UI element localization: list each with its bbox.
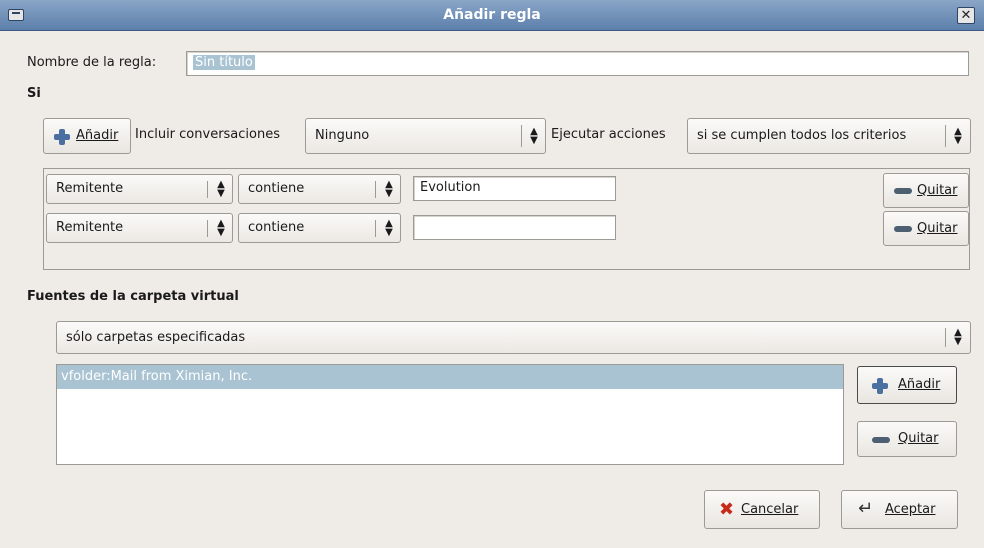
remove-icon: [894, 226, 912, 232]
criterion-operator-combo[interactable]: contiene ▲ ▼: [238, 174, 401, 204]
combo-arrows-icon: ▲ ▼: [954, 327, 962, 347]
list-item[interactable]: vfolder:Mail from Ximian, Inc.: [57, 365, 843, 389]
if-heading: Si: [27, 86, 41, 101]
remove-criterion-button[interactable]: Quitar: [883, 211, 969, 246]
remove-criterion-label: Quitar: [917, 221, 958, 236]
criterion-value-field[interactable]: [413, 215, 616, 240]
sources-mode-combo[interactable]: sólo carpetas especificadas ▲ ▼: [56, 321, 971, 354]
cancel-button[interactable]: ✖ Cancelar: [704, 490, 820, 529]
execute-actions-value: si se cumplen todos los criterios: [697, 128, 907, 143]
add-criterion-label: Añadir: [76, 128, 119, 143]
apply-icon: ↵: [858, 498, 874, 519]
remove-source-button[interactable]: Quitar: [857, 421, 957, 457]
sources-heading: Fuentes de la carpeta virtual: [27, 289, 239, 304]
add-icon: [871, 377, 889, 395]
combo-arrows-icon: ▲ ▼: [385, 179, 393, 199]
combo-arrows-icon: ▲ ▼: [954, 126, 962, 146]
criterion-field-value: Remitente: [56, 181, 124, 196]
combo-arrows-icon: ▲ ▼: [385, 218, 393, 238]
title-bar: Añadir regla ✕: [0, 0, 984, 31]
add-source-button[interactable]: Añadir: [857, 366, 957, 404]
close-icon[interactable]: ✕: [957, 7, 975, 24]
rule-name-field[interactable]: Sin título: [186, 51, 969, 76]
execute-actions-combo[interactable]: si se cumplen todos los criterios ▲ ▼: [687, 118, 971, 154]
combo-arrows-icon: ▲ ▼: [217, 179, 225, 199]
include-threads-combo[interactable]: Ninguno ▲ ▼: [305, 118, 546, 154]
ok-label: Aceptar: [885, 502, 936, 517]
criterion-field-value: Remitente: [56, 220, 124, 235]
remove-icon: [894, 188, 912, 194]
combo-arrows-icon: ▲ ▼: [530, 126, 538, 146]
criterion-operator-combo[interactable]: contiene ▲ ▼: [238, 213, 401, 243]
criterion-value-text: Evolution: [420, 180, 481, 195]
sources-mode-value: sólo carpetas especificadas: [66, 330, 246, 345]
remove-criterion-label: Quitar: [917, 183, 958, 198]
remove-criterion-button[interactable]: Quitar: [883, 173, 969, 208]
add-criterion-button[interactable]: Añadir: [43, 118, 131, 154]
execute-actions-label: Ejecutar acciones: [551, 127, 666, 142]
combo-arrows-icon: ▲ ▼: [217, 218, 225, 238]
remove-source-label: Quitar: [898, 431, 939, 446]
ok-button[interactable]: ↵ Aceptar: [841, 490, 958, 529]
criterion-value-field[interactable]: Evolution: [413, 176, 616, 201]
rule-name-value: Sin título: [193, 55, 255, 70]
include-threads-value: Ninguno: [315, 128, 370, 143]
add-source-label: Añadir: [898, 377, 941, 392]
cancel-label: Cancelar: [741, 502, 799, 517]
window-title: Añadir regla: [443, 7, 541, 23]
include-threads-label: Incluir conversaciones: [135, 127, 280, 142]
cancel-icon: ✖: [719, 499, 735, 520]
criterion-field-combo[interactable]: Remitente ▲ ▼: [46, 174, 233, 204]
criterion-operator-value: contiene: [248, 220, 305, 235]
add-icon: [53, 128, 71, 146]
criterion-field-combo[interactable]: Remitente ▲ ▼: [46, 213, 233, 243]
criterion-operator-value: contiene: [248, 181, 305, 196]
rule-name-label: Nombre de la regla:: [27, 55, 157, 70]
remove-icon: [872, 437, 890, 443]
sources-list[interactable]: vfolder:Mail from Ximian, Inc.: [56, 364, 844, 465]
